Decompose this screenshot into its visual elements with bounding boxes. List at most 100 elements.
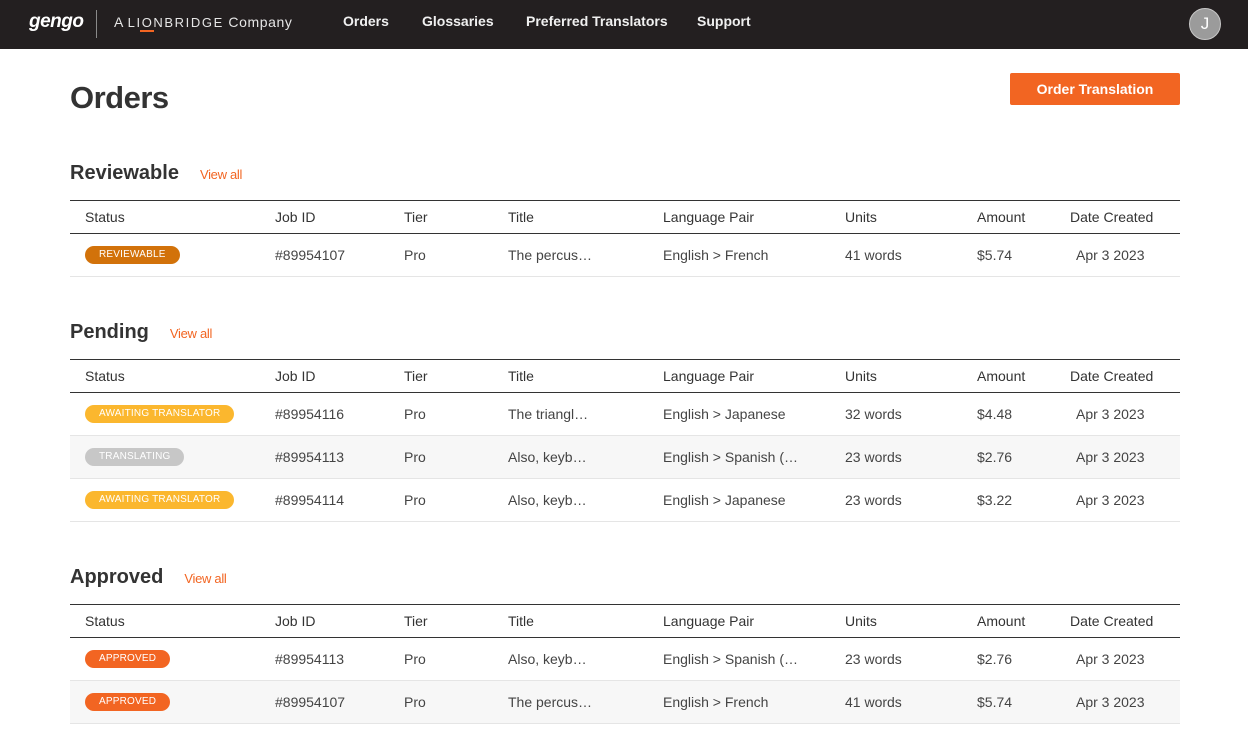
title-cell[interactable]: Also, keyb… <box>508 436 587 478</box>
approved-section-header: Approved View all <box>70 566 227 589</box>
tier-cell: Pro <box>404 492 426 508</box>
status-badge: AWAITING TRANSLATOR <box>85 405 235 423</box>
status-badge: APPROVED <box>85 650 171 668</box>
reviewable-view-all-link[interactable]: View all <box>200 167 242 182</box>
tier-cell: Pro <box>404 247 426 263</box>
job-id-cell[interactable]: #89954107 <box>275 681 345 723</box>
status-badge: TRANSLATING <box>85 448 185 466</box>
title-cell[interactable]: Also, keyb… <box>508 638 587 680</box>
column-header-amount[interactable]: Amount <box>977 605 1025 637</box>
nav-support[interactable]: Support <box>697 13 751 29</box>
units-cell: 23 words <box>845 651 902 667</box>
status-cell: AWAITING TRANSLATOR <box>85 393 235 435</box>
column-header-title[interactable]: Title <box>508 360 534 392</box>
job-id-cell[interactable]: #89954116 <box>275 393 344 435</box>
nav-glossaries[interactable]: Glossaries <box>422 13 494 29</box>
amount-cell: $5.74 <box>977 247 1013 263</box>
column-header-title[interactable]: Title <box>508 201 534 233</box>
order-translation-button[interactable]: Order Translation <box>1010 73 1180 105</box>
status-cell: APPROVED <box>85 681 171 723</box>
status-badge: REVIEWABLE <box>85 246 180 264</box>
amount-cell: $2.76 <box>977 449 1013 465</box>
title-cell[interactable]: The percus… <box>508 234 592 276</box>
status-cell: APPROVED <box>85 638 171 680</box>
column-header-date-created[interactable]: Date Created <box>1070 201 1153 233</box>
tier-cell: Pro <box>404 406 426 422</box>
company-name: LIONBRIDGE <box>127 15 224 30</box>
table-row[interactable]: TRANSLATING #89954113 Pro Also, keyb… Englis… <box>70 436 1180 479</box>
job-id-cell[interactable]: #89954114 <box>275 479 344 521</box>
table-header-row: Status Job ID Tier Title Language Pair Units A… <box>70 200 1180 234</box>
table-row[interactable]: APPROVED #89954107 Pro The percus… English >… <box>70 681 1180 724</box>
status-cell: REVIEWABLE <box>85 234 180 276</box>
nav-orders[interactable]: Orders <box>343 13 389 29</box>
title-cell[interactable]: Also, keyb… <box>508 479 587 521</box>
company-prefix: A <box>114 14 124 30</box>
reviewable-section-header: Reviewable View all <box>70 162 242 185</box>
date-cell: Apr 3 2023 <box>1076 406 1145 422</box>
language-pair-cell: English > Japanese <box>663 492 786 508</box>
company-suffix: Company <box>228 14 293 30</box>
date-cell: Apr 3 2023 <box>1076 694 1145 710</box>
date-cell: Apr 3 2023 <box>1076 449 1145 465</box>
column-header-tier[interactable]: Tier <box>404 201 428 233</box>
amount-cell: $4.48 <box>977 406 1013 422</box>
amount-cell: $5.74 <box>977 694 1013 710</box>
column-header-job-id[interactable]: Job ID <box>275 201 315 233</box>
column-header-units[interactable]: Units <box>845 605 877 637</box>
column-header-status[interactable]: Status <box>85 201 125 233</box>
job-id-cell[interactable]: #89954107 <box>275 234 345 276</box>
column-header-status[interactable]: Status <box>85 360 125 392</box>
column-header-language-pair[interactable]: Language Pair <box>663 360 754 392</box>
column-header-tier[interactable]: Tier <box>404 605 428 637</box>
language-pair-cell: English > Spanish (… <box>663 651 799 667</box>
column-header-tier[interactable]: Tier <box>404 360 428 392</box>
approved-orders-table: Status Job ID Tier Title Language Pair Units A… <box>70 604 1180 724</box>
table-row[interactable]: REVIEWABLE #89954107 Pro The percus… English… <box>70 234 1180 277</box>
gengo-logo[interactable]: gengo <box>29 11 84 33</box>
column-header-status[interactable]: Status <box>85 605 125 637</box>
column-header-amount[interactable]: Amount <box>977 201 1025 233</box>
amount-cell: $3.22 <box>977 492 1013 508</box>
table-row[interactable]: APPROVED #89954113 Pro Also, keyb… English >… <box>70 638 1180 681</box>
title-cell[interactable]: The percus… <box>508 681 592 723</box>
nav-preferred-translators[interactable]: Preferred Translators <box>526 13 668 29</box>
pending-orders-table: Status Job ID Tier Title Language Pair Units A… <box>70 359 1180 522</box>
column-header-units[interactable]: Units <box>845 201 877 233</box>
column-header-language-pair[interactable]: Language Pair <box>663 605 754 637</box>
tier-cell: Pro <box>404 449 426 465</box>
amount-cell: $2.76 <box>977 651 1013 667</box>
column-header-amount[interactable]: Amount <box>977 360 1025 392</box>
lionbridge-company-label: A LIONBRIDGE Company <box>114 14 292 30</box>
tier-cell: Pro <box>404 651 426 667</box>
table-row[interactable]: AWAITING TRANSLATOR #89954116 Pro The trian… <box>70 393 1180 436</box>
pending-view-all-link[interactable]: View all <box>170 326 212 341</box>
pending-section-title: Pending <box>70 321 149 343</box>
job-id-cell[interactable]: #89954113 <box>275 638 344 680</box>
reviewable-section-title: Reviewable <box>70 162 179 184</box>
approved-view-all-link[interactable]: View all <box>184 571 226 586</box>
column-header-job-id[interactable]: Job ID <box>275 360 315 392</box>
status-badge: APPROVED <box>85 693 171 711</box>
language-pair-cell: English > French <box>663 694 769 710</box>
column-header-language-pair[interactable]: Language Pair <box>663 201 754 233</box>
table-row[interactable]: AWAITING TRANSLATOR #89954114 Pro Also, key… <box>70 479 1180 522</box>
column-header-units[interactable]: Units <box>845 360 877 392</box>
language-pair-cell: English > Japanese <box>663 406 786 422</box>
column-header-title[interactable]: Title <box>508 605 534 637</box>
status-badge: AWAITING TRANSLATOR <box>85 491 235 509</box>
title-cell[interactable]: The triangl… <box>508 393 588 435</box>
date-cell: Apr 3 2023 <box>1076 492 1145 508</box>
date-cell: Apr 3 2023 <box>1076 651 1145 667</box>
language-pair-cell: English > French <box>663 247 769 263</box>
column-header-job-id[interactable]: Job ID <box>275 605 315 637</box>
user-avatar[interactable]: J <box>1189 8 1221 40</box>
units-cell: 32 words <box>845 406 902 422</box>
column-header-date-created[interactable]: Date Created <box>1070 360 1153 392</box>
column-header-date-created[interactable]: Date Created <box>1070 605 1153 637</box>
status-cell: AWAITING TRANSLATOR <box>85 479 235 521</box>
job-id-cell[interactable]: #89954113 <box>275 436 344 478</box>
top-navigation-bar: gengo A LIONBRIDGE Company Orders Glossa… <box>0 0 1248 49</box>
logo-divider <box>96 10 97 38</box>
tier-cell: Pro <box>404 694 426 710</box>
